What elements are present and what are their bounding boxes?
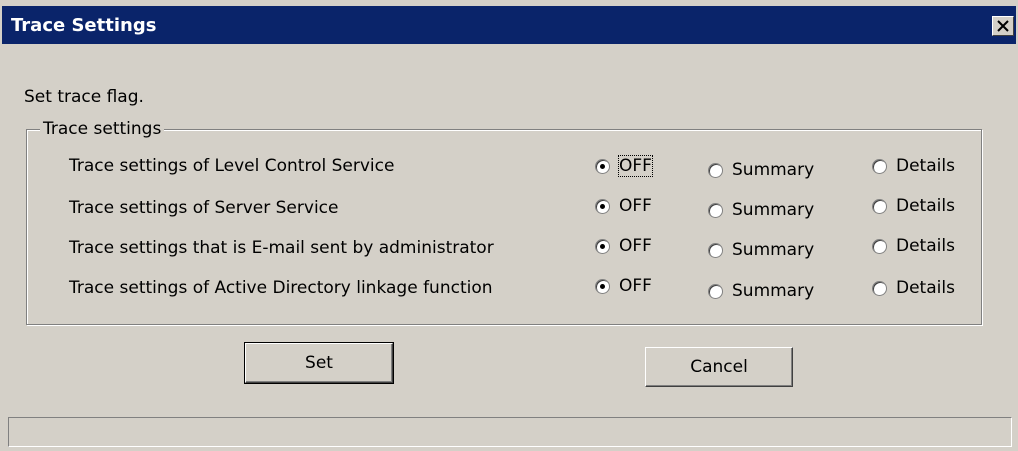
group-legend: Trace settings (40, 119, 165, 139)
row-label-email-admin: Trace settings that is E-mail sent by ad… (69, 238, 494, 258)
radio-label: OFF (619, 236, 652, 256)
radio-email-admin-summary[interactable]: Summary (708, 240, 814, 260)
radio-selected-icon (595, 278, 610, 294)
radio-unselected-icon (708, 283, 723, 299)
radio-selected-icon (595, 158, 610, 174)
radio-active-directory-off[interactable]: OFF (595, 276, 652, 296)
close-button[interactable] (992, 16, 1014, 36)
row-label-level-control: Trace settings of Level Control Service (69, 156, 395, 176)
radio-unselected-icon (872, 280, 887, 296)
radio-level-control-summary[interactable]: Summary (708, 160, 814, 180)
radio-unselected-icon (872, 158, 887, 174)
radio-server-service-off[interactable]: OFF (595, 196, 652, 216)
radio-level-control-off[interactable]: OFF (595, 155, 653, 177)
set-button[interactable]: Set (244, 342, 394, 384)
window-title: Trace Settings (11, 15, 157, 36)
radio-label: OFF (619, 276, 652, 296)
radio-email-admin-off[interactable]: OFF (595, 236, 652, 256)
radio-unselected-icon (872, 238, 887, 254)
radio-email-admin-details[interactable]: Details (872, 236, 955, 256)
trace-settings-dialog: Trace Settings Set trace flag. Trace set… (0, 0, 1018, 451)
radio-server-service-details[interactable]: Details (872, 196, 955, 216)
radio-level-control-details[interactable]: Details (872, 156, 955, 176)
row-label-active-directory: Trace settings of Active Directory linka… (69, 278, 493, 298)
title-bar: Trace Settings (2, 6, 1016, 44)
radio-label: Details (896, 236, 955, 256)
radio-label: Summary (732, 240, 815, 260)
radio-selected-icon (595, 198, 610, 214)
status-bar (8, 417, 1012, 447)
radio-active-directory-details[interactable]: Details (872, 278, 955, 298)
radio-label: OFF (619, 196, 652, 216)
radio-label: Details (896, 196, 955, 216)
radio-unselected-icon (708, 242, 723, 258)
cancel-button[interactable]: Cancel (645, 347, 793, 387)
radio-label: OFF (618, 155, 653, 177)
radio-server-service-summary[interactable]: Summary (708, 200, 814, 220)
radio-label: Summary (732, 200, 815, 220)
close-icon (997, 20, 1009, 32)
radio-unselected-icon (872, 198, 887, 214)
instruction-text: Set trace flag. (24, 87, 144, 107)
radio-label: Summary (732, 281, 815, 301)
radio-label: Details (896, 278, 955, 298)
row-label-server-service: Trace settings of Server Service (69, 198, 339, 218)
radio-unselected-icon (708, 162, 723, 178)
radio-unselected-icon (708, 202, 723, 218)
radio-label: Details (896, 156, 955, 176)
radio-selected-icon (595, 238, 610, 254)
radio-label: Summary (732, 160, 815, 180)
radio-active-directory-summary[interactable]: Summary (708, 281, 814, 301)
